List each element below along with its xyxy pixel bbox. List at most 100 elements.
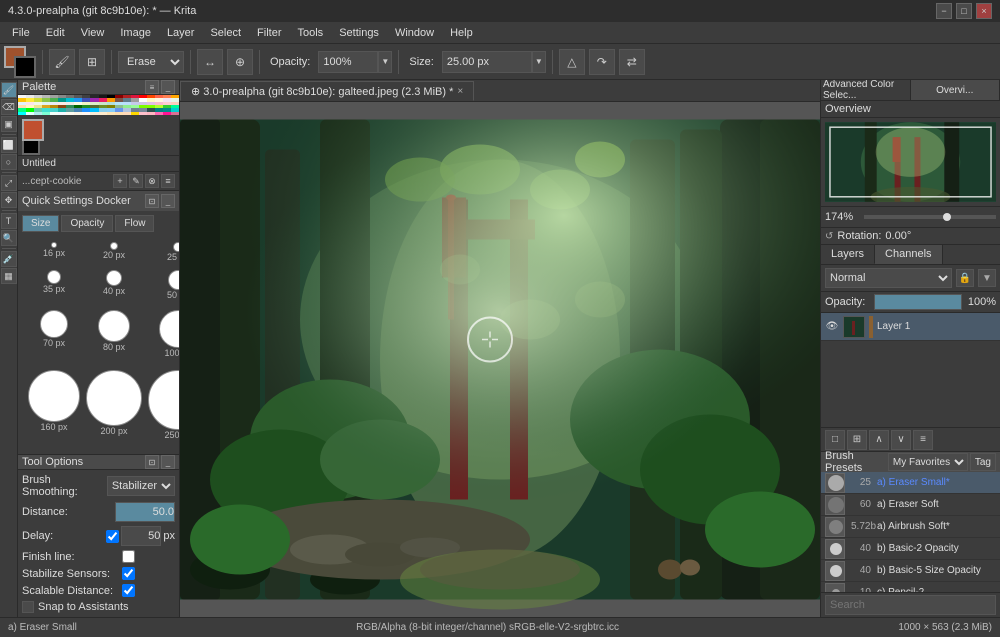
palette-settings2-button[interactable]: ≡: [161, 174, 175, 188]
layer-item[interactable]: 👁 Layer 1: [821, 313, 1000, 341]
palette-settings-button[interactable]: ≡: [145, 80, 159, 94]
close-button[interactable]: ×: [976, 3, 992, 19]
layer-down-button[interactable]: ∨: [891, 430, 911, 450]
rotation-button[interactable]: ↷: [589, 49, 615, 75]
palette-collapse-button[interactable]: _: [161, 80, 175, 94]
canvas-viewport[interactable]: [180, 102, 820, 617]
layer-delete-button[interactable]: ≡: [913, 430, 933, 450]
maximize-button[interactable]: □: [956, 3, 972, 19]
minimize-button[interactable]: −: [936, 3, 952, 19]
brush-size-35[interactable]: 35 px: [26, 268, 82, 306]
brush-list-item-2[interactable]: 5.72b a) Airbrush Soft*: [821, 516, 1000, 538]
menu-view[interactable]: View: [73, 25, 113, 41]
menu-layer[interactable]: Layer: [159, 25, 203, 41]
layer-up-button[interactable]: ∧: [869, 430, 889, 450]
palette-edit-button[interactable]: ✎: [129, 174, 143, 188]
menu-edit[interactable]: Edit: [38, 25, 73, 41]
mirror-v-button[interactable]: ⊕: [227, 49, 253, 75]
tilt-button[interactable]: △: [559, 49, 585, 75]
tool-eraser[interactable]: ⌫: [1, 99, 17, 115]
palette-add-button[interactable]: +: [113, 174, 127, 188]
distance-input[interactable]: [115, 502, 175, 522]
stabilize-sensors-checkbox[interactable]: [122, 567, 135, 580]
brush-size-250[interactable]: 250 px: [146, 368, 179, 446]
brush-size-200[interactable]: 200 px: [84, 368, 144, 446]
brush-size-25[interactable]: 25 px: [146, 240, 179, 266]
layer-more-button[interactable]: ▼: [978, 269, 996, 287]
blend-mode-select[interactable]: Normal Multiply Screen Overlay: [825, 268, 952, 288]
background-color[interactable]: [14, 56, 36, 78]
brush-size-100[interactable]: 100 px: [146, 308, 179, 366]
menu-help[interactable]: Help: [442, 25, 481, 41]
menu-window[interactable]: Window: [387, 25, 442, 41]
tool-brush[interactable]: 🖌: [1, 82, 17, 98]
brush-smoothing-select[interactable]: Stabilizer Basic None: [107, 476, 175, 496]
tool-transform[interactable]: ⤢: [1, 175, 17, 191]
grid-view-button[interactable]: ⊞: [79, 49, 105, 75]
brush-tool-button[interactable]: 🖌: [49, 49, 75, 75]
qs-tab-flow[interactable]: Flow: [115, 215, 154, 232]
brush-size-80[interactable]: 80 px: [84, 308, 144, 366]
brush-size-50[interactable]: 50 px: [146, 268, 179, 306]
menu-image[interactable]: Image: [112, 25, 159, 41]
brush-size-70[interactable]: 70 px: [26, 308, 82, 366]
snap-label[interactable]: Snap to Assistants: [38, 601, 129, 613]
tool-options-collapse-button[interactable]: _: [161, 455, 175, 469]
tool-text[interactable]: T: [1, 213, 17, 229]
zoom-slider[interactable]: [864, 215, 996, 219]
brush-presets-tag-button[interactable]: Tag: [970, 453, 996, 471]
tool-fill[interactable]: ▣: [1, 116, 17, 132]
layer-group-button[interactable]: ⊞: [847, 430, 867, 450]
tool-select-ellipse[interactable]: ○: [1, 154, 17, 170]
rp-tab-advanced-color[interactable]: Advanced Color Selec...: [821, 80, 911, 100]
delay-input[interactable]: [121, 526, 161, 546]
size-dropdown-button[interactable]: ▼: [532, 51, 546, 73]
brush-list-item-5[interactable]: 10 c) Pencil-2: [821, 582, 1000, 592]
brush-size-40[interactable]: 40 px: [84, 268, 144, 306]
brush-search-input[interactable]: [825, 595, 996, 615]
scalable-distance-checkbox[interactable]: [122, 584, 135, 597]
layer-lock-button[interactable]: 🔒: [956, 269, 974, 287]
brush-list-item-4[interactable]: 40 b) Basic-5 Size Opacity: [821, 560, 1000, 582]
overview-thumbnail[interactable]: [825, 122, 996, 202]
tool-gradient[interactable]: ▦: [1, 268, 17, 284]
qs-tab-size[interactable]: Size: [22, 215, 59, 232]
tool-eyedropper[interactable]: 💉: [1, 251, 17, 267]
tool-options-float-button[interactable]: ⊡: [145, 455, 159, 469]
qs-tab-opacity[interactable]: Opacity: [61, 215, 113, 232]
menu-select[interactable]: Select: [202, 25, 249, 41]
canvas-tab-main[interactable]: ⊕ 3.0-prealpha (git 8c9b10e): galteed.jp…: [180, 81, 474, 101]
brush-list-item-0[interactable]: 25 a) Eraser Small*: [821, 472, 1000, 494]
opacity-dropdown-button[interactable]: ▼: [378, 51, 392, 73]
brush-list-item-1[interactable]: 60 a) Eraser Soft: [821, 494, 1000, 516]
mirror-h-button[interactable]: ↔: [197, 49, 223, 75]
layer-add-button[interactable]: □: [825, 430, 845, 450]
brush-mode-select[interactable]: Erase Normal Behind: [118, 51, 184, 73]
brush-size-160[interactable]: 160 px: [26, 368, 82, 446]
finish-line-checkbox[interactable]: [122, 550, 135, 563]
layers-tab-channels[interactable]: Channels: [875, 245, 942, 264]
menu-tools[interactable]: Tools: [290, 25, 332, 41]
rp-tab-overview[interactable]: Overvi...: [911, 80, 1000, 100]
layer-visibility-toggle[interactable]: 👁: [825, 320, 839, 334]
color-grid[interactable]: [18, 95, 179, 115]
brush-list-item-3[interactable]: 40 b) Basic-2 Opacity: [821, 538, 1000, 560]
opacity-slider[interactable]: [874, 294, 962, 310]
foreground-swatch[interactable]: [22, 119, 44, 141]
quick-settings-collapse-button[interactable]: _: [161, 194, 175, 208]
palette-delete-button[interactable]: ⊗: [145, 174, 159, 188]
size-input[interactable]: [442, 51, 532, 73]
menu-filter[interactable]: Filter: [249, 25, 289, 41]
menu-file[interactable]: File: [4, 25, 38, 41]
layers-tab-layers[interactable]: Layers: [821, 245, 875, 264]
opacity-input[interactable]: [318, 51, 378, 73]
flip-button[interactable]: ⇄: [619, 49, 645, 75]
tool-zoom[interactable]: 🔍: [1, 230, 17, 246]
canvas-tab-close[interactable]: ×: [457, 86, 463, 97]
brush-size-20[interactable]: 20 px: [84, 240, 144, 266]
quick-settings-float-button[interactable]: ⊡: [145, 194, 159, 208]
brush-size-16[interactable]: 16 px: [26, 240, 82, 266]
menu-settings[interactable]: Settings: [331, 25, 387, 41]
delay-checkbox[interactable]: [106, 530, 119, 543]
brush-presets-favorites-select[interactable]: My Favorites: [888, 453, 968, 471]
